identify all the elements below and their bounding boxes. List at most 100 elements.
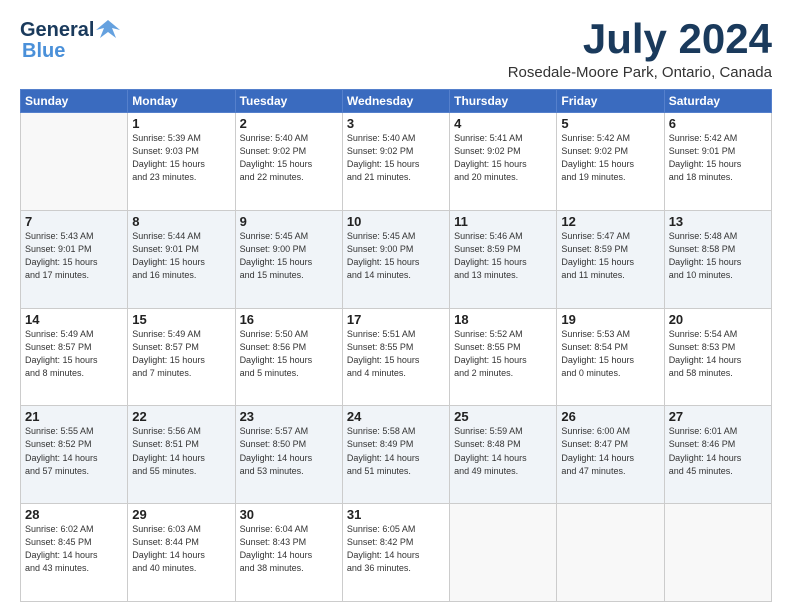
day-info: Sunrise: 6:05 AM Sunset: 8:42 PM Dayligh… xyxy=(347,523,445,575)
calendar-cell: 6Sunrise: 5:42 AM Sunset: 9:01 PM Daylig… xyxy=(664,113,771,211)
calendar-cell: 15Sunrise: 5:49 AM Sunset: 8:57 PM Dayli… xyxy=(128,308,235,406)
day-number: 9 xyxy=(240,214,338,229)
calendar-cell: 2Sunrise: 5:40 AM Sunset: 9:02 PM Daylig… xyxy=(235,113,342,211)
header: General Blue July 2024 Rosedale-Moore Pa… xyxy=(20,16,772,81)
calendar-header-thursday: Thursday xyxy=(450,90,557,113)
calendar-cell: 13Sunrise: 5:48 AM Sunset: 8:58 PM Dayli… xyxy=(664,210,771,308)
calendar-header-friday: Friday xyxy=(557,90,664,113)
day-number: 17 xyxy=(347,312,445,327)
day-info: Sunrise: 5:52 AM Sunset: 8:55 PM Dayligh… xyxy=(454,328,552,380)
day-info: Sunrise: 5:45 AM Sunset: 9:00 PM Dayligh… xyxy=(240,230,338,282)
day-number: 15 xyxy=(132,312,230,327)
day-number: 4 xyxy=(454,116,552,131)
calendar-cell: 1Sunrise: 5:39 AM Sunset: 9:03 PM Daylig… xyxy=(128,113,235,211)
day-info: Sunrise: 6:00 AM Sunset: 8:47 PM Dayligh… xyxy=(561,425,659,477)
day-number: 27 xyxy=(669,409,767,424)
calendar-cell: 29Sunrise: 6:03 AM Sunset: 8:44 PM Dayli… xyxy=(128,504,235,602)
calendar-cell xyxy=(21,113,128,211)
day-number: 31 xyxy=(347,507,445,522)
calendar-cell: 7Sunrise: 5:43 AM Sunset: 9:01 PM Daylig… xyxy=(21,210,128,308)
day-number: 3 xyxy=(347,116,445,131)
day-info: Sunrise: 5:47 AM Sunset: 8:59 PM Dayligh… xyxy=(561,230,659,282)
day-number: 13 xyxy=(669,214,767,229)
day-info: Sunrise: 5:59 AM Sunset: 8:48 PM Dayligh… xyxy=(454,425,552,477)
day-info: Sunrise: 5:55 AM Sunset: 8:52 PM Dayligh… xyxy=(25,425,123,477)
calendar-cell: 9Sunrise: 5:45 AM Sunset: 9:00 PM Daylig… xyxy=(235,210,342,308)
calendar-header-saturday: Saturday xyxy=(664,90,771,113)
day-info: Sunrise: 5:39 AM Sunset: 9:03 PM Dayligh… xyxy=(132,132,230,184)
calendar-week-3: 21Sunrise: 5:55 AM Sunset: 8:52 PM Dayli… xyxy=(21,406,772,504)
calendar-cell: 23Sunrise: 5:57 AM Sunset: 8:50 PM Dayli… xyxy=(235,406,342,504)
calendar-week-1: 7Sunrise: 5:43 AM Sunset: 9:01 PM Daylig… xyxy=(21,210,772,308)
day-info: Sunrise: 5:58 AM Sunset: 8:49 PM Dayligh… xyxy=(347,425,445,477)
day-info: Sunrise: 5:54 AM Sunset: 8:53 PM Dayligh… xyxy=(669,328,767,380)
day-info: Sunrise: 5:56 AM Sunset: 8:51 PM Dayligh… xyxy=(132,425,230,477)
day-info: Sunrise: 5:50 AM Sunset: 8:56 PM Dayligh… xyxy=(240,328,338,380)
day-info: Sunrise: 6:01 AM Sunset: 8:46 PM Dayligh… xyxy=(669,425,767,477)
logo-bird-icon xyxy=(94,16,122,44)
calendar-cell: 19Sunrise: 5:53 AM Sunset: 8:54 PM Dayli… xyxy=(557,308,664,406)
calendar-cell: 11Sunrise: 5:46 AM Sunset: 8:59 PM Dayli… xyxy=(450,210,557,308)
calendar-header-sunday: Sunday xyxy=(21,90,128,113)
calendar-cell: 3Sunrise: 5:40 AM Sunset: 9:02 PM Daylig… xyxy=(342,113,449,211)
calendar-cell: 31Sunrise: 6:05 AM Sunset: 8:42 PM Dayli… xyxy=(342,504,449,602)
calendar-cell: 18Sunrise: 5:52 AM Sunset: 8:55 PM Dayli… xyxy=(450,308,557,406)
day-number: 6 xyxy=(669,116,767,131)
calendar-cell xyxy=(450,504,557,602)
day-number: 26 xyxy=(561,409,659,424)
calendar-week-0: 1Sunrise: 5:39 AM Sunset: 9:03 PM Daylig… xyxy=(21,113,772,211)
day-info: Sunrise: 5:57 AM Sunset: 8:50 PM Dayligh… xyxy=(240,425,338,477)
calendar-cell: 17Sunrise: 5:51 AM Sunset: 8:55 PM Dayli… xyxy=(342,308,449,406)
day-number: 12 xyxy=(561,214,659,229)
day-number: 7 xyxy=(25,214,123,229)
day-number: 21 xyxy=(25,409,123,424)
calendar-cell: 14Sunrise: 5:49 AM Sunset: 8:57 PM Dayli… xyxy=(21,308,128,406)
day-number: 22 xyxy=(132,409,230,424)
day-info: Sunrise: 5:53 AM Sunset: 8:54 PM Dayligh… xyxy=(561,328,659,380)
day-info: Sunrise: 5:41 AM Sunset: 9:02 PM Dayligh… xyxy=(454,132,552,184)
calendar-week-2: 14Sunrise: 5:49 AM Sunset: 8:57 PM Dayli… xyxy=(21,308,772,406)
day-number: 23 xyxy=(240,409,338,424)
day-info: Sunrise: 5:44 AM Sunset: 9:01 PM Dayligh… xyxy=(132,230,230,282)
day-info: Sunrise: 5:42 AM Sunset: 9:01 PM Dayligh… xyxy=(669,132,767,184)
day-number: 14 xyxy=(25,312,123,327)
day-number: 10 xyxy=(347,214,445,229)
main-title: July 2024 xyxy=(508,16,772,62)
logo-general: General xyxy=(20,19,94,42)
calendar: SundayMondayTuesdayWednesdayThursdayFrid… xyxy=(20,89,772,602)
calendar-cell: 20Sunrise: 5:54 AM Sunset: 8:53 PM Dayli… xyxy=(664,308,771,406)
day-number: 24 xyxy=(347,409,445,424)
day-info: Sunrise: 5:46 AM Sunset: 8:59 PM Dayligh… xyxy=(454,230,552,282)
calendar-cell: 28Sunrise: 6:02 AM Sunset: 8:45 PM Dayli… xyxy=(21,504,128,602)
calendar-cell: 24Sunrise: 5:58 AM Sunset: 8:49 PM Dayli… xyxy=(342,406,449,504)
day-info: Sunrise: 5:43 AM Sunset: 9:01 PM Dayligh… xyxy=(25,230,123,282)
day-number: 28 xyxy=(25,507,123,522)
title-block: July 2024 Rosedale-Moore Park, Ontario, … xyxy=(508,16,772,81)
subtitle: Rosedale-Moore Park, Ontario, Canada xyxy=(508,64,772,81)
day-number: 20 xyxy=(669,312,767,327)
day-info: Sunrise: 6:04 AM Sunset: 8:43 PM Dayligh… xyxy=(240,523,338,575)
calendar-cell: 12Sunrise: 5:47 AM Sunset: 8:59 PM Dayli… xyxy=(557,210,664,308)
calendar-cell: 4Sunrise: 5:41 AM Sunset: 9:02 PM Daylig… xyxy=(450,113,557,211)
day-info: Sunrise: 5:45 AM Sunset: 9:00 PM Dayligh… xyxy=(347,230,445,282)
day-info: Sunrise: 5:49 AM Sunset: 8:57 PM Dayligh… xyxy=(25,328,123,380)
calendar-cell: 16Sunrise: 5:50 AM Sunset: 8:56 PM Dayli… xyxy=(235,308,342,406)
calendar-cell: 30Sunrise: 6:04 AM Sunset: 8:43 PM Dayli… xyxy=(235,504,342,602)
day-info: Sunrise: 5:49 AM Sunset: 8:57 PM Dayligh… xyxy=(132,328,230,380)
day-info: Sunrise: 5:42 AM Sunset: 9:02 PM Dayligh… xyxy=(561,132,659,184)
calendar-cell: 25Sunrise: 5:59 AM Sunset: 8:48 PM Dayli… xyxy=(450,406,557,504)
page: General Blue July 2024 Rosedale-Moore Pa… xyxy=(0,0,792,612)
day-number: 11 xyxy=(454,214,552,229)
logo-blue: Blue xyxy=(22,40,65,63)
day-number: 16 xyxy=(240,312,338,327)
day-number: 29 xyxy=(132,507,230,522)
calendar-header-row: SundayMondayTuesdayWednesdayThursdayFrid… xyxy=(21,90,772,113)
day-info: Sunrise: 5:40 AM Sunset: 9:02 PM Dayligh… xyxy=(240,132,338,184)
calendar-cell: 22Sunrise: 5:56 AM Sunset: 8:51 PM Dayli… xyxy=(128,406,235,504)
calendar-cell: 10Sunrise: 5:45 AM Sunset: 9:00 PM Dayli… xyxy=(342,210,449,308)
day-number: 2 xyxy=(240,116,338,131)
day-number: 8 xyxy=(132,214,230,229)
day-info: Sunrise: 6:02 AM Sunset: 8:45 PM Dayligh… xyxy=(25,523,123,575)
calendar-cell xyxy=(557,504,664,602)
day-info: Sunrise: 6:03 AM Sunset: 8:44 PM Dayligh… xyxy=(132,523,230,575)
